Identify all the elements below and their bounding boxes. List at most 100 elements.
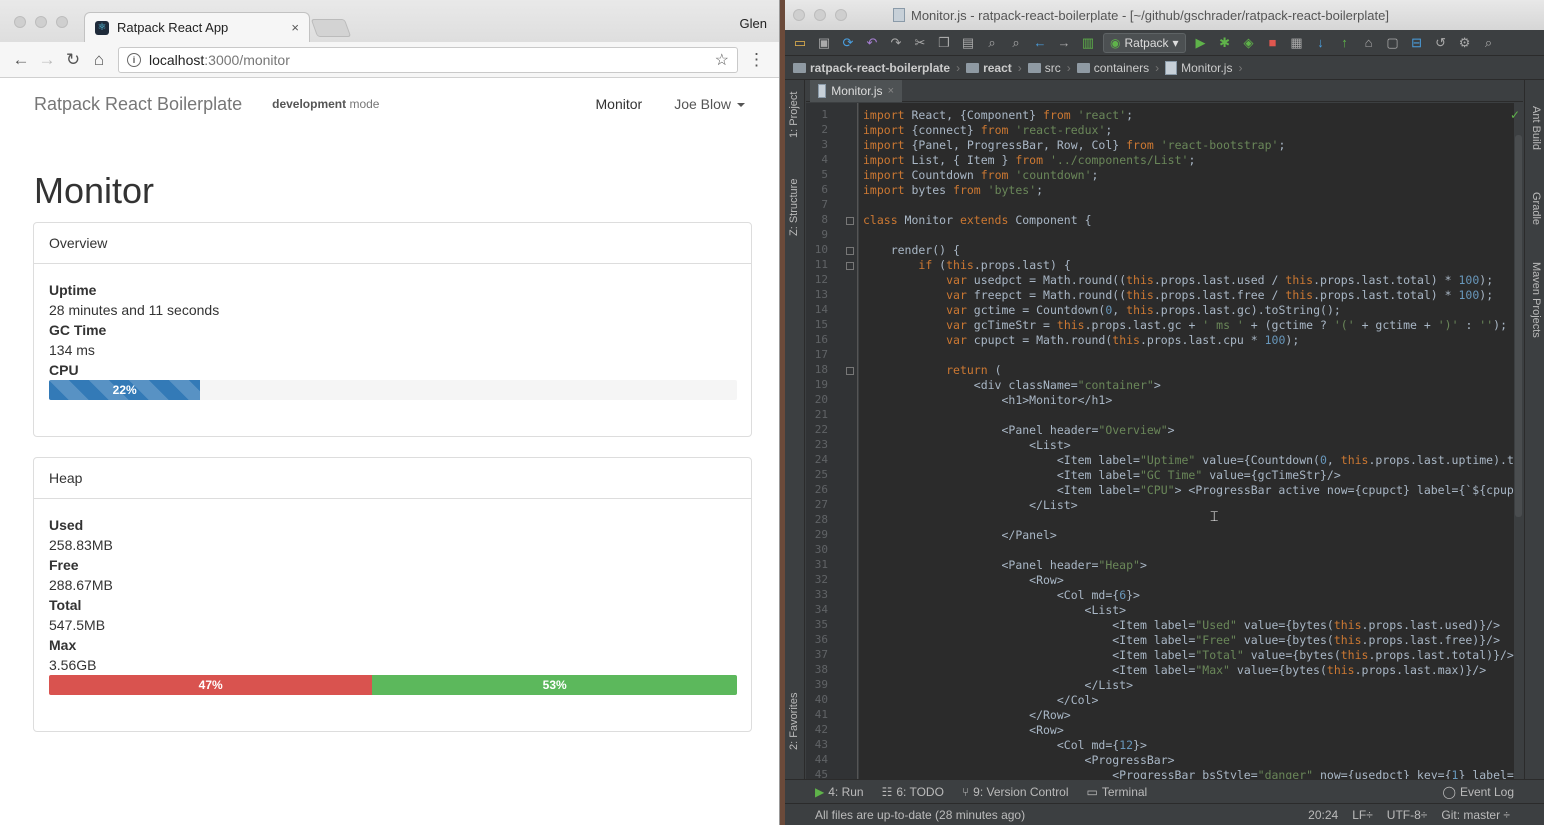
code-line[interactable]: <ProgressBar bsStyle="danger" now={usedp… xyxy=(863,768,1514,779)
code-line[interactable]: </List> xyxy=(863,498,1077,512)
code-line[interactable]: var freepct = Math.round((this.props.las… xyxy=(863,288,1493,302)
code-line[interactable]: <Row> xyxy=(863,573,1064,587)
code-line[interactable]: import Countdown from 'countdown'; xyxy=(863,168,1098,182)
vcs-show-changes-icon[interactable]: ⊟ xyxy=(1408,34,1426,52)
new-tab-button[interactable] xyxy=(310,19,352,37)
code-line[interactable]: import React, {Component} from 'react'; xyxy=(863,108,1133,122)
code-line[interactable]: </Panel> xyxy=(863,528,1056,542)
code-line[interactable]: var cpupct = Math.round(this.props.last.… xyxy=(863,333,1299,347)
code-line[interactable]: <Panel header="Heap"> xyxy=(863,558,1146,572)
code-line[interactable]: var usedpct = Math.round((this.props.las… xyxy=(863,273,1493,287)
nav-monitor-link[interactable]: Monitor xyxy=(596,96,643,112)
code-line[interactable]: </Col> xyxy=(863,693,1099,707)
settings-icon[interactable]: ⚙ xyxy=(1456,34,1474,52)
browser-tab[interactable]: ⚛ Ratpack React App × xyxy=(84,12,310,42)
code-line[interactable]: import List, { Item } from '../component… xyxy=(863,153,1195,167)
tab-close-icon[interactable]: × xyxy=(291,20,299,35)
ide-zoom-button[interactable] xyxy=(835,9,847,21)
ide-close-button[interactable] xyxy=(793,9,805,21)
replace-icon[interactable]: ⌕ xyxy=(1007,34,1025,52)
vcs-commit-icon[interactable]: ↑ xyxy=(1336,34,1354,52)
structure-tool-tab[interactable]: Z: Structure xyxy=(788,179,800,236)
ant-build-tool-tab[interactable]: Ant Build xyxy=(1530,106,1542,150)
undo-icon[interactable]: ↶ xyxy=(863,34,881,52)
project-tool-tab[interactable]: 1: Project xyxy=(788,92,800,138)
code-line[interactable]: var gctime = Countdown(0, this.props.las… xyxy=(863,303,1341,317)
copy-icon[interactable]: ❐ xyxy=(935,34,953,52)
breadcrumb-file[interactable]: Monitor.js xyxy=(1165,60,1232,75)
fold-marker-icon[interactable] xyxy=(846,247,854,255)
code-line[interactable]: <Item label="GC Time" value={gcTimeStr}/… xyxy=(863,468,1341,482)
open-folder-icon[interactable]: ▭ xyxy=(791,34,809,52)
navbar-brand[interactable]: Ratpack React Boilerplate xyxy=(34,94,242,115)
minimize-window-button[interactable] xyxy=(35,16,47,28)
vcs-compare-icon[interactable]: ▢ xyxy=(1384,34,1402,52)
profile-name[interactable]: Glen xyxy=(740,16,767,31)
editor-tab-monitor-js[interactable]: Monitor.js × xyxy=(810,80,902,102)
debug-icon[interactable]: ✱ xyxy=(1216,34,1234,52)
code-line[interactable]: if (this.props.last) { xyxy=(863,258,1070,272)
maven-tool-tab[interactable]: Maven Projects xyxy=(1530,262,1542,338)
vcs-tool-tab[interactable]: ⑂ 9: Version Control xyxy=(962,785,1069,799)
code-line[interactable]: <Item label="Max" value={bytes(this.prop… xyxy=(863,663,1486,677)
build-icon[interactable]: ▥ xyxy=(1079,34,1097,52)
inspection-ok-icon[interactable]: ✓ xyxy=(1510,108,1520,122)
stop-icon[interactable]: ■ xyxy=(1264,34,1282,52)
code-line[interactable]: <div className="container"> xyxy=(863,378,1161,392)
home-icon[interactable]: ⌂ xyxy=(86,50,112,70)
vcs-revert-icon[interactable]: ↺ xyxy=(1432,34,1450,52)
code-line[interactable]: <Item label="Total" value={bytes(this.pr… xyxy=(863,648,1514,662)
project-structure-icon[interactable]: ▦ xyxy=(1288,34,1306,52)
code-line[interactable]: </List> xyxy=(863,678,1133,692)
search-everywhere-icon[interactable]: ⌕ xyxy=(1480,34,1498,52)
code-line[interactable]: <List> xyxy=(863,438,1071,452)
coverage-icon[interactable]: ◈ xyxy=(1240,34,1258,52)
code-line[interactable]: import bytes from 'bytes'; xyxy=(863,183,1043,197)
code-line[interactable]: <ProgressBar> xyxy=(863,753,1175,767)
todo-tool-tab[interactable]: ☷ 6: TODO xyxy=(882,785,944,799)
line-separator[interactable]: LF÷ xyxy=(1352,808,1373,822)
code-line[interactable]: import {connect} from 'react-redux'; xyxy=(863,123,1112,137)
favorites-tool-tab[interactable]: 2: Favorites xyxy=(788,693,800,750)
cut-icon[interactable]: ✂ xyxy=(911,34,929,52)
ide-window-controls[interactable] xyxy=(793,9,847,21)
info-icon[interactable]: i xyxy=(127,52,141,67)
line-number-gutter[interactable]: 1 2 3 4 5 6 7 8 9 10 11 12 13 14 15 16 17 18 19 20 21 22 23 24 2… xyxy=(806,103,858,781)
back-nav-icon[interactable]: ← xyxy=(1031,34,1049,52)
window-controls[interactable] xyxy=(14,16,68,28)
git-branch[interactable]: Git: master ÷ xyxy=(1441,808,1510,822)
forward-nav-icon[interactable]: → xyxy=(1055,34,1073,52)
code-line[interactable]: <Col md={12}> xyxy=(863,738,1147,752)
bookmark-star-icon[interactable]: ☆ xyxy=(715,50,729,70)
address-bar[interactable]: i localhost:3000/monitor ☆ xyxy=(118,46,738,73)
editor-scrollbar[interactable] xyxy=(1515,135,1522,517)
run-icon[interactable]: ▶ xyxy=(1192,34,1210,52)
run-tool-tab[interactable]: ▶ 4: Run xyxy=(815,785,864,799)
code-line[interactable]: <Panel header="Overview"> xyxy=(863,423,1174,437)
code-line[interactable]: return ( xyxy=(863,363,1001,377)
event-log-tab[interactable]: ◯ Event Log xyxy=(1443,785,1514,799)
redo-icon[interactable]: ↷ xyxy=(887,34,905,52)
user-dropdown[interactable]: Joe Blow xyxy=(674,96,745,112)
browser-menu-icon[interactable]: ⋮ xyxy=(748,50,765,70)
breadcrumb-react[interactable]: react xyxy=(966,61,1012,75)
code-line[interactable]: <List> xyxy=(863,603,1127,617)
code-line[interactable]: <Item label="Used" value={bytes(this.pro… xyxy=(863,618,1500,632)
save-icon[interactable]: ▣ xyxy=(815,34,833,52)
close-window-button[interactable] xyxy=(14,16,26,28)
terminal-tool-tab[interactable]: ▭ Terminal xyxy=(1087,785,1148,799)
vcs-update-icon[interactable]: ↓ xyxy=(1312,34,1330,52)
forward-icon[interactable]: → xyxy=(34,50,60,70)
fold-marker-icon[interactable] xyxy=(846,367,854,375)
code-line[interactable]: <Item label="CPU"> <ProgressBar active n… xyxy=(863,483,1514,497)
code-line[interactable]: <Row> xyxy=(863,723,1064,737)
code-editor[interactable]: import React, {Component} from 'react'; i… xyxy=(859,103,1514,779)
file-encoding[interactable]: UTF-8÷ xyxy=(1387,808,1428,822)
zoom-window-button[interactable] xyxy=(56,16,68,28)
code-line[interactable]: <Item label="Uptime" value={Countdown(0,… xyxy=(863,453,1514,467)
caret-position[interactable]: 20:24 xyxy=(1308,808,1338,822)
code-line[interactable]: <Col md={6}> xyxy=(863,588,1140,602)
sync-icon[interactable]: ⟳ xyxy=(839,34,857,52)
breadcrumb-project[interactable]: ratpack-react-boilerplate xyxy=(793,61,950,75)
code-line[interactable]: render() { xyxy=(863,243,960,257)
